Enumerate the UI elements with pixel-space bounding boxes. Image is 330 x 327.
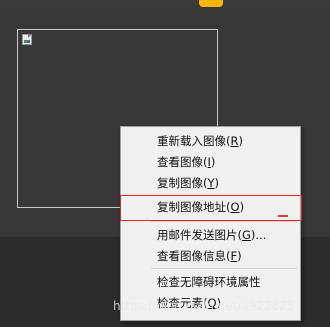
menu-separator — [151, 221, 297, 222]
menu-item-copy-image[interactable]: 复制图像(Y) — [121, 173, 300, 193]
top-bar — [0, 0, 330, 7]
menu-item-inspect-accessibility[interactable]: 检查无障碍环境属性 — [121, 272, 300, 292]
highlight-annotation-box — [120, 195, 302, 221]
broken-image-icon — [22, 34, 32, 45]
menu-item-view-image[interactable]: 查看图像(I) — [121, 152, 300, 172]
menu-item-reload-image[interactable]: 重新载入图像(R) — [121, 131, 300, 151]
menu-separator — [151, 268, 297, 269]
cursor-marker — [278, 215, 288, 217]
menu-item-email-image[interactable]: 用邮件发送图片(G)... — [121, 225, 300, 245]
toolbar-accent-tab[interactable] — [199, 0, 223, 7]
watermark-text: https://blog.csdn.net/a922825 — [113, 299, 295, 313]
context-menu: 重新载入图像(R) 查看图像(I) 复制图像(Y) 复制图像地址(O) 用邮件发… — [120, 126, 301, 321]
menu-item-view-image-info[interactable]: 查看图像信息(F) — [121, 246, 300, 266]
